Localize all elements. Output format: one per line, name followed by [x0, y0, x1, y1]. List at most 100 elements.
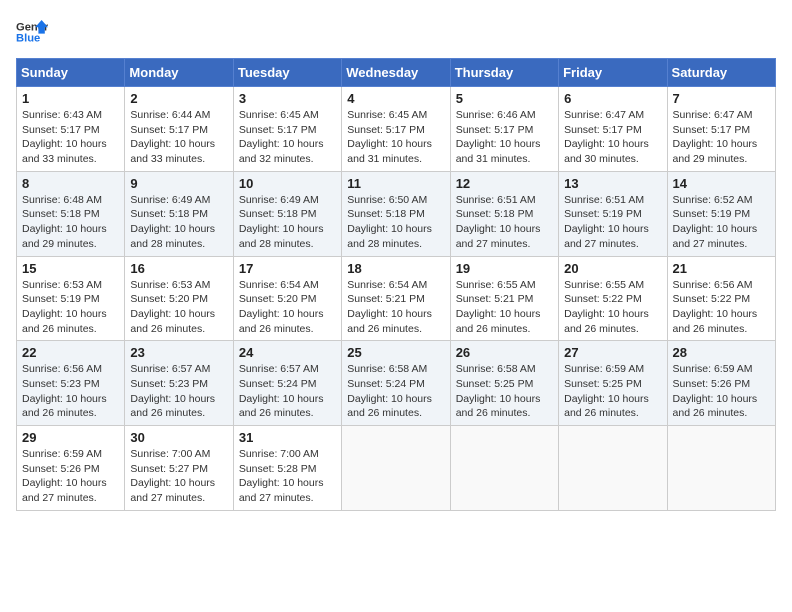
col-header-friday: Friday	[559, 59, 667, 87]
calendar-cell: 23Sunrise: 6:57 AM Sunset: 5:23 PM Dayli…	[125, 341, 233, 426]
calendar-cell: 12Sunrise: 6:51 AM Sunset: 5:18 PM Dayli…	[450, 171, 558, 256]
cell-content: Sunrise: 6:45 AM Sunset: 5:17 PM Dayligh…	[347, 108, 444, 167]
day-number: 10	[239, 176, 336, 191]
day-number: 13	[564, 176, 661, 191]
cell-content: Sunrise: 6:48 AM Sunset: 5:18 PM Dayligh…	[22, 193, 119, 252]
calendar-cell: 19 Sunrise: 6:55 AM Sunset: 5:21 PM Dayli…	[450, 256, 558, 341]
cell-content: Sunrise: 7:00 AM Sunset: 5:28 PM Dayligh…	[239, 447, 336, 506]
day-number: 3	[239, 91, 336, 106]
calendar-cell: 9 Sunrise: 6:49 AM Sunset: 5:18 PM Daylig…	[125, 171, 233, 256]
calendar-cell: 25Sunrise: 6:58 AM Sunset: 5:24 PM Dayli…	[342, 341, 450, 426]
calendar-cell: 15 Sunrise: 6:53 AM Sunset: 5:19 PM Dayli…	[17, 256, 125, 341]
cell-content: Sunrise: 6:54 AM Sunset: 5:20 PM Dayligh…	[239, 278, 336, 337]
cell-content: Sunrise: 6:53 AM Sunset: 5:19 PM Dayligh…	[22, 278, 119, 337]
svg-text:Blue: Blue	[16, 33, 40, 45]
calendar-header-row: SundayMondayTuesdayWednesdayThursdayFrid…	[17, 59, 776, 87]
day-number: 11	[347, 176, 444, 191]
logo: General Blue	[16, 16, 48, 48]
day-number: 18	[347, 261, 444, 276]
cell-content: Sunrise: 6:46 AM Sunset: 5:17 PM Dayligh…	[456, 108, 553, 167]
col-header-saturday: Saturday	[667, 59, 775, 87]
calendar-cell: 29Sunrise: 6:59 AM Sunset: 5:26 PM Dayli…	[17, 426, 125, 511]
calendar-cell: 28Sunrise: 6:59 AM Sunset: 5:26 PM Dayli…	[667, 341, 775, 426]
calendar-cell: 2Sunrise: 6:44 AM Sunset: 5:17 PM Daylig…	[125, 87, 233, 172]
cell-content: Sunrise: 6:58 AM Sunset: 5:24 PM Dayligh…	[347, 362, 444, 421]
calendar-cell: 8 Sunrise: 6:48 AM Sunset: 5:18 PM Daylig…	[17, 171, 125, 256]
calendar-cell	[342, 426, 450, 511]
cell-content: Sunrise: 6:45 AM Sunset: 5:17 PM Dayligh…	[239, 108, 336, 167]
calendar-cell: 22 Sunrise: 6:56 AM Sunset: 5:23 PM Dayli…	[17, 341, 125, 426]
day-number: 7	[673, 91, 770, 106]
cell-content: Sunrise: 6:56 AM Sunset: 5:22 PM Dayligh…	[673, 278, 770, 337]
day-number: 9	[130, 176, 227, 191]
cell-content: Sunrise: 6:49 AM Sunset: 5:18 PM Dayligh…	[239, 193, 336, 252]
calendar-week-5: 29Sunrise: 6:59 AM Sunset: 5:26 PM Dayli…	[17, 426, 776, 511]
cell-content: Sunrise: 7:00 AM Sunset: 5:27 PM Dayligh…	[130, 447, 227, 506]
col-header-monday: Monday	[125, 59, 233, 87]
header: General Blue	[16, 16, 776, 48]
calendar-cell: 18 Sunrise: 6:54 AM Sunset: 5:21 PM Dayli…	[342, 256, 450, 341]
day-number: 20	[564, 261, 661, 276]
day-number: 29	[22, 430, 119, 445]
cell-content: Sunrise: 6:49 AM Sunset: 5:18 PM Dayligh…	[130, 193, 227, 252]
calendar-cell: 1 Sunrise: 6:43 AM Sunset: 5:17 PM Daylig…	[17, 87, 125, 172]
cell-content: Sunrise: 6:58 AM Sunset: 5:25 PM Dayligh…	[456, 362, 553, 421]
col-header-thursday: Thursday	[450, 59, 558, 87]
calendar-cell: 30 Sunrise: 7:00 AM Sunset: 5:27 PM Dayli…	[125, 426, 233, 511]
cell-content: Sunrise: 6:44 AM Sunset: 5:17 PM Dayligh…	[130, 108, 227, 167]
calendar-cell: 31 Sunrise: 7:00 AM Sunset: 5:28 PM Dayli…	[233, 426, 341, 511]
day-number: 1	[22, 91, 119, 106]
calendar-cell: 4Sunrise: 6:45 AM Sunset: 5:17 PM Daylig…	[342, 87, 450, 172]
calendar-cell: 26 Sunrise: 6:58 AM Sunset: 5:25 PM Dayli…	[450, 341, 558, 426]
calendar-week-2: 8 Sunrise: 6:48 AM Sunset: 5:18 PM Daylig…	[17, 171, 776, 256]
day-number: 26	[456, 345, 553, 360]
cell-content: Sunrise: 6:47 AM Sunset: 5:17 PM Dayligh…	[564, 108, 661, 167]
day-number: 30	[130, 430, 227, 445]
cell-content: Sunrise: 6:56 AM Sunset: 5:23 PM Dayligh…	[22, 362, 119, 421]
day-number: 31	[239, 430, 336, 445]
cell-content: Sunrise: 6:43 AM Sunset: 5:17 PM Dayligh…	[22, 108, 119, 167]
day-number: 8	[22, 176, 119, 191]
calendar-cell: 16Sunrise: 6:53 AM Sunset: 5:20 PM Dayli…	[125, 256, 233, 341]
cell-content: Sunrise: 6:50 AM Sunset: 5:18 PM Dayligh…	[347, 193, 444, 252]
calendar-cell: 6 Sunrise: 6:47 AM Sunset: 5:17 PM Daylig…	[559, 87, 667, 172]
day-number: 24	[239, 345, 336, 360]
calendar-cell: 5 Sunrise: 6:46 AM Sunset: 5:17 PM Daylig…	[450, 87, 558, 172]
day-number: 17	[239, 261, 336, 276]
cell-content: Sunrise: 6:47 AM Sunset: 5:17 PM Dayligh…	[673, 108, 770, 167]
day-number: 12	[456, 176, 553, 191]
calendar-cell: 20 Sunrise: 6:55 AM Sunset: 5:22 PM Dayli…	[559, 256, 667, 341]
calendar-week-1: 1 Sunrise: 6:43 AM Sunset: 5:17 PM Daylig…	[17, 87, 776, 172]
cell-content: Sunrise: 6:57 AM Sunset: 5:23 PM Dayligh…	[130, 362, 227, 421]
cell-content: Sunrise: 6:55 AM Sunset: 5:21 PM Dayligh…	[456, 278, 553, 337]
calendar-cell	[667, 426, 775, 511]
calendar-cell: 7 Sunrise: 6:47 AM Sunset: 5:17 PM Daylig…	[667, 87, 775, 172]
cell-content: Sunrise: 6:53 AM Sunset: 5:20 PM Dayligh…	[130, 278, 227, 337]
day-number: 21	[673, 261, 770, 276]
day-number: 15	[22, 261, 119, 276]
day-number: 5	[456, 91, 553, 106]
day-number: 6	[564, 91, 661, 106]
calendar-cell: 24 Sunrise: 6:57 AM Sunset: 5:24 PM Dayli…	[233, 341, 341, 426]
calendar-cell: 14Sunrise: 6:52 AM Sunset: 5:19 PM Dayli…	[667, 171, 775, 256]
cell-content: Sunrise: 6:54 AM Sunset: 5:21 PM Dayligh…	[347, 278, 444, 337]
calendar-cell: 13Sunrise: 6:51 AM Sunset: 5:19 PM Dayli…	[559, 171, 667, 256]
logo-icon: General Blue	[16, 16, 48, 48]
calendar-cell	[450, 426, 558, 511]
calendar-cell	[559, 426, 667, 511]
calendar-cell: 3 Sunrise: 6:45 AM Sunset: 5:17 PM Daylig…	[233, 87, 341, 172]
day-number: 22	[22, 345, 119, 360]
day-number: 19	[456, 261, 553, 276]
cell-content: Sunrise: 6:52 AM Sunset: 5:19 PM Dayligh…	[673, 193, 770, 252]
cell-content: Sunrise: 6:57 AM Sunset: 5:24 PM Dayligh…	[239, 362, 336, 421]
cell-content: Sunrise: 6:55 AM Sunset: 5:22 PM Dayligh…	[564, 278, 661, 337]
calendar-week-3: 15 Sunrise: 6:53 AM Sunset: 5:19 PM Dayli…	[17, 256, 776, 341]
day-number: 28	[673, 345, 770, 360]
col-header-wednesday: Wednesday	[342, 59, 450, 87]
calendar-cell: 17 Sunrise: 6:54 AM Sunset: 5:20 PM Dayli…	[233, 256, 341, 341]
day-number: 27	[564, 345, 661, 360]
calendar-table: SundayMondayTuesdayWednesdayThursdayFrid…	[16, 58, 776, 511]
calendar-cell: 11 Sunrise: 6:50 AM Sunset: 5:18 PM Dayli…	[342, 171, 450, 256]
calendar-cell: 21 Sunrise: 6:56 AM Sunset: 5:22 PM Dayli…	[667, 256, 775, 341]
calendar-cell: 10 Sunrise: 6:49 AM Sunset: 5:18 PM Dayli…	[233, 171, 341, 256]
